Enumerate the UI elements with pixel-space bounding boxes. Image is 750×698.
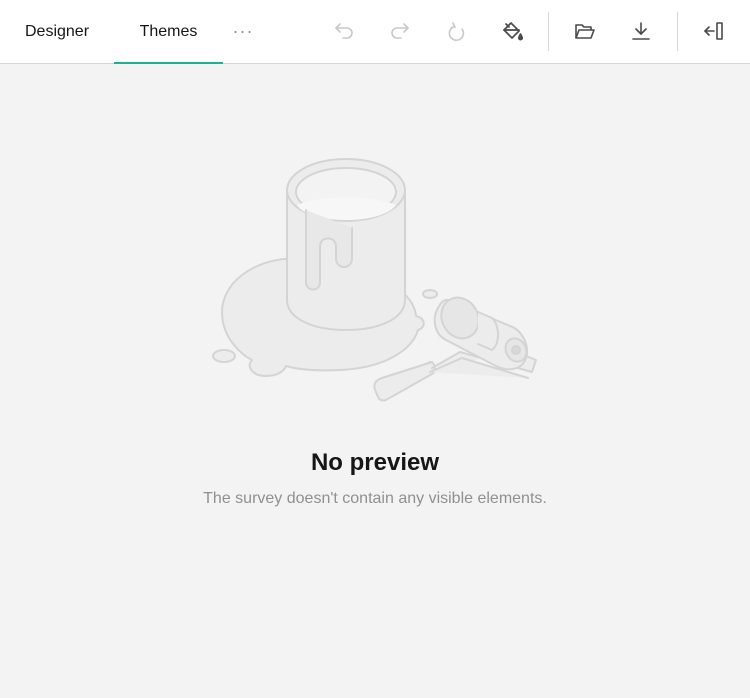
preview-area: No preview The survey doesn't contain an… — [0, 64, 750, 698]
open-theme-button[interactable] — [569, 15, 601, 47]
theme-settings-button[interactable] — [496, 15, 528, 47]
no-preview-message: The survey doesn't contain any visible e… — [203, 490, 547, 507]
top-toolbar: Designer Themes ··· — [0, 0, 750, 64]
undo-icon — [335, 23, 353, 39]
folder-open-icon — [575, 24, 595, 39]
paint-bucket-illustration — [212, 158, 537, 402]
toolbar-separator — [677, 12, 678, 51]
save-theme-button[interactable] — [625, 15, 657, 47]
tab-designer[interactable]: Designer — [0, 0, 114, 63]
collapse-panel-icon — [704, 22, 723, 40]
redo-icon — [391, 23, 409, 39]
no-preview-title: No preview — [310, 449, 440, 476]
undo-button[interactable] — [328, 15, 360, 47]
collapse-panel-button[interactable] — [698, 15, 730, 47]
tab-designer-label: Designer — [24, 23, 90, 40]
paint-bucket-icon — [503, 22, 524, 41]
redo-button[interactable] — [384, 15, 416, 47]
download-icon — [632, 22, 650, 40]
toolbar-separator — [548, 12, 549, 51]
tab-themes-label: Themes — [139, 23, 198, 40]
reset-button[interactable] — [440, 15, 472, 47]
reset-icon — [448, 22, 465, 41]
tab-themes[interactable]: Themes — [114, 0, 223, 64]
more-tabs-button[interactable]: ··· — [223, 0, 263, 63]
more-dots-icon: ··· — [232, 21, 254, 41]
